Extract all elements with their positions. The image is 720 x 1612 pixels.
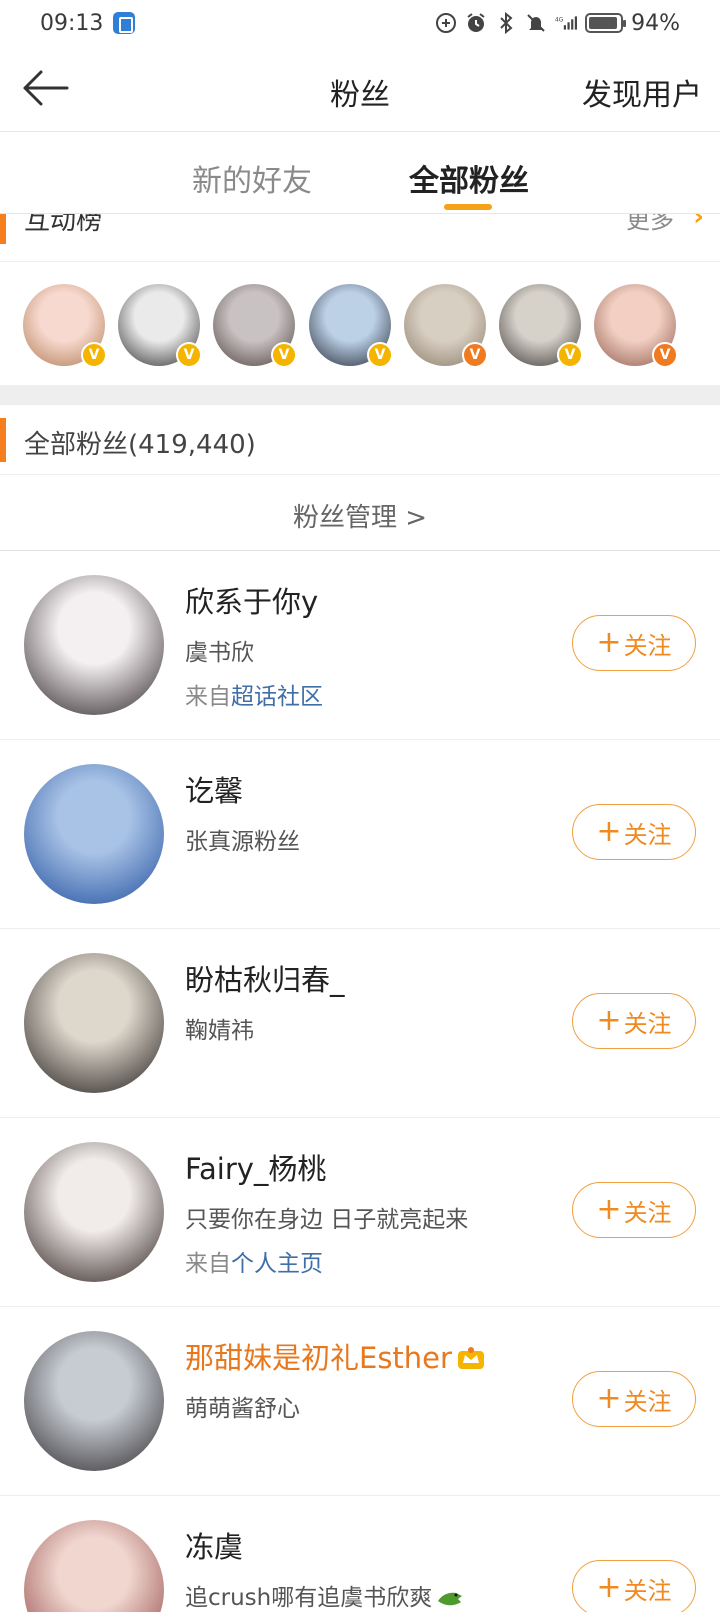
status-right: 4G 94% xyxy=(435,11,680,36)
interaction-rank-title: 互动榜 xyxy=(24,214,103,236)
avatar[interactable] xyxy=(24,1331,164,1471)
fan-list-item[interactable]: 冻虞 追crush哪有追虞书欣爽 + 关注 xyxy=(0,1496,720,1612)
fan-name[interactable]: 欣系于你y xyxy=(185,579,318,621)
fan-name[interactable]: Fairy_杨桃 xyxy=(185,1146,326,1188)
plus-icon: + xyxy=(596,625,622,660)
plus-icon: + xyxy=(596,1570,622,1605)
fan-description-text: 追crush哪有追虞书欣爽 xyxy=(185,1585,433,1611)
follow-button[interactable]: + 关注 xyxy=(572,615,696,671)
plus-icon: + xyxy=(596,1381,622,1416)
verified-badge-icon: V xyxy=(176,342,202,368)
tab-all-fans[interactable]: 全部粉丝 xyxy=(409,156,529,200)
fan-list-item[interactable]: 讫馨 张真源粉丝 + 关注 xyxy=(0,740,720,929)
plus-icon: + xyxy=(596,814,622,849)
data-saver-icon xyxy=(435,12,457,34)
plus-icon: + xyxy=(596,1003,622,1038)
back-arrow-icon xyxy=(23,70,69,106)
section-accent-bar xyxy=(0,214,6,244)
verified-badge-icon: V xyxy=(367,342,393,368)
follow-button[interactable]: + 关注 xyxy=(572,1182,696,1238)
back-button[interactable] xyxy=(18,64,72,112)
avatar[interactable] xyxy=(24,575,164,715)
rank-avatar[interactable]: V xyxy=(23,284,107,368)
verified-badge-icon: V xyxy=(557,342,583,368)
all-fans-header: 全部粉丝(419,440) xyxy=(0,405,720,475)
fan-source-prefix: 来自 xyxy=(185,1251,231,1277)
follow-label: 关注 xyxy=(623,1576,672,1605)
fan-list-item[interactable]: Fairy_杨桃 只要你在身边 日子就亮起来 来自个人主页 + 关注 xyxy=(0,1118,720,1307)
interaction-rank-avatars: V V V V V V V xyxy=(0,262,720,385)
fan-source-link[interactable]: 超话社区 xyxy=(231,684,323,710)
avatar[interactable] xyxy=(24,764,164,904)
discover-users-button[interactable]: 发现用户 xyxy=(582,70,702,114)
tab-bar: 新的好友 全部粉丝 xyxy=(0,132,720,214)
verified-badge-icon: V xyxy=(462,342,488,368)
follow-button[interactable]: + 关注 xyxy=(572,804,696,860)
fan-source: 来自个人主页 xyxy=(185,1244,323,1278)
rank-avatar[interactable]: V xyxy=(309,284,393,368)
fan-list-item[interactable]: 那甜妹是初礼Esther 萌萌酱舒心 + 关注 xyxy=(0,1307,720,1496)
fan-source-link[interactable]: 个人主页 xyxy=(231,1251,323,1277)
signal-icon: 4G xyxy=(555,12,578,34)
status-left: 09:13 xyxy=(40,10,136,36)
follow-button[interactable]: + 关注 xyxy=(572,1371,696,1427)
rank-avatar[interactable]: V xyxy=(213,284,297,368)
fan-description: 萌萌酱舒心 xyxy=(185,1396,300,1422)
avatar[interactable] xyxy=(24,1142,164,1282)
interaction-rank-header: 互动榜 更多 › xyxy=(0,214,720,262)
fan-description: 鞠婧祎 xyxy=(185,1018,254,1044)
status-bar: 09:13 4G 94% xyxy=(0,0,720,46)
vip-crown-icon xyxy=(457,1347,484,1369)
battery-percent: 94% xyxy=(631,10,680,36)
fan-description: 追crush哪有追虞书欣爽 xyxy=(185,1578,464,1612)
verified-badge-icon: V xyxy=(81,342,107,368)
fan-list-item[interactable]: 盼枯秋归春_ 鞠婧祎 + 关注 xyxy=(0,929,720,1118)
status-time: 09:13 xyxy=(40,10,104,36)
section-divider xyxy=(0,385,720,405)
fan-name[interactable]: 冻虞 xyxy=(185,1524,243,1566)
fan-source-prefix: 来自 xyxy=(185,684,231,710)
avatar[interactable] xyxy=(24,1520,164,1612)
follow-label: 关注 xyxy=(623,631,672,660)
mute-icon xyxy=(525,12,547,34)
all-fans-count-title: 全部粉丝(419,440) xyxy=(24,430,256,460)
avatar[interactable] xyxy=(24,953,164,1093)
fan-description: 虞书欣 xyxy=(185,640,254,666)
section-accent-bar xyxy=(0,418,6,462)
rank-avatar[interactable]: V xyxy=(499,284,583,368)
plus-icon: + xyxy=(596,1192,622,1227)
follow-button[interactable]: + 关注 xyxy=(572,1560,696,1612)
fan-description: 只要你在身边 日子就亮起来 xyxy=(185,1207,469,1233)
fan-source: 来自超话社区 xyxy=(185,677,323,711)
fan-name[interactable]: 那甜妹是初礼Esther xyxy=(185,1335,486,1377)
follow-label: 关注 xyxy=(623,1387,672,1416)
alarm-icon xyxy=(465,12,487,34)
rank-more-link[interactable]: 更多 xyxy=(626,214,674,235)
battery-icon xyxy=(585,13,627,33)
fan-name-text: 那甜妹是初礼Esther xyxy=(185,1341,452,1375)
rank-avatar[interactable]: V xyxy=(404,284,488,368)
rank-avatar[interactable]: V xyxy=(594,284,678,368)
fan-list-item[interactable]: 欣系于你y 虞书欣 来自超话社区 + 关注 xyxy=(0,551,720,740)
fan-description: 张真源粉丝 xyxy=(185,829,300,855)
tab-active-indicator xyxy=(444,204,492,210)
nav-bar: 粉丝 发现用户 xyxy=(0,46,720,132)
tab-new-friends[interactable]: 新的好友 xyxy=(192,156,312,200)
crocodile-emoji-icon xyxy=(438,1592,463,1606)
fans-manage-button[interactable]: 粉丝管理 > xyxy=(0,475,720,551)
verified-badge-icon: V xyxy=(652,342,678,368)
svg-text:4G: 4G xyxy=(555,18,564,24)
notification-app-icon xyxy=(113,12,136,34)
fan-name[interactable]: 盼枯秋归春_ xyxy=(185,957,345,999)
follow-label: 关注 xyxy=(623,1009,672,1038)
follow-label: 关注 xyxy=(623,1198,672,1227)
fan-name[interactable]: 讫馨 xyxy=(185,768,243,810)
rank-avatar[interactable]: V xyxy=(118,284,202,368)
chevron-right-icon[interactable]: › xyxy=(693,214,704,232)
follow-button[interactable]: + 关注 xyxy=(572,993,696,1049)
bluetooth-icon xyxy=(495,12,517,34)
verified-badge-icon: V xyxy=(271,342,297,368)
follow-label: 关注 xyxy=(623,820,672,849)
